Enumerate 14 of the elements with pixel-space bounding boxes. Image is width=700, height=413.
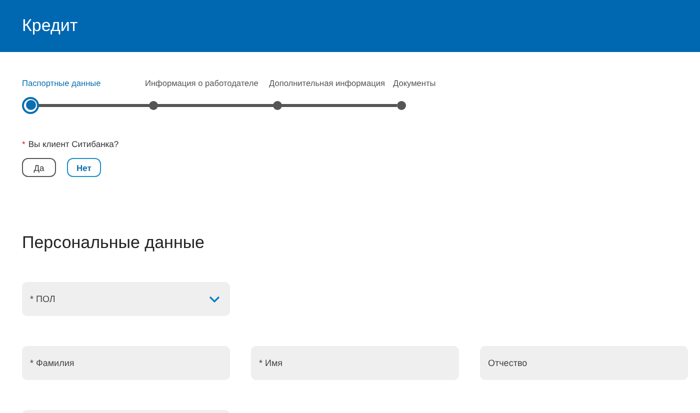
- section-title: Персональные данные: [22, 233, 206, 254]
- input-field[interactable]: * Имя: [251, 346, 459, 380]
- chevron-down-icon: [209, 296, 220, 303]
- question-label: * Вы клиент Ситибанка?: [22, 139, 120, 149]
- step-label[interactable]: Дополнительная информация: [269, 78, 385, 89]
- answer-button[interactable]: Нет: [67, 158, 101, 177]
- step-label[interactable]: Информация о работодателе: [145, 78, 258, 89]
- step-label[interactable]: Документы: [393, 78, 436, 89]
- gender-select[interactable]: * ПОЛ: [22, 282, 230, 316]
- input-field[interactable]: Отчество: [480, 346, 688, 380]
- input-field[interactable]: * Фамилия: [22, 346, 230, 380]
- page-title: Кредит: [22, 16, 78, 36]
- step-label[interactable]: Паспортные данные: [22, 78, 101, 89]
- answer-button[interactable]: Да: [22, 158, 56, 177]
